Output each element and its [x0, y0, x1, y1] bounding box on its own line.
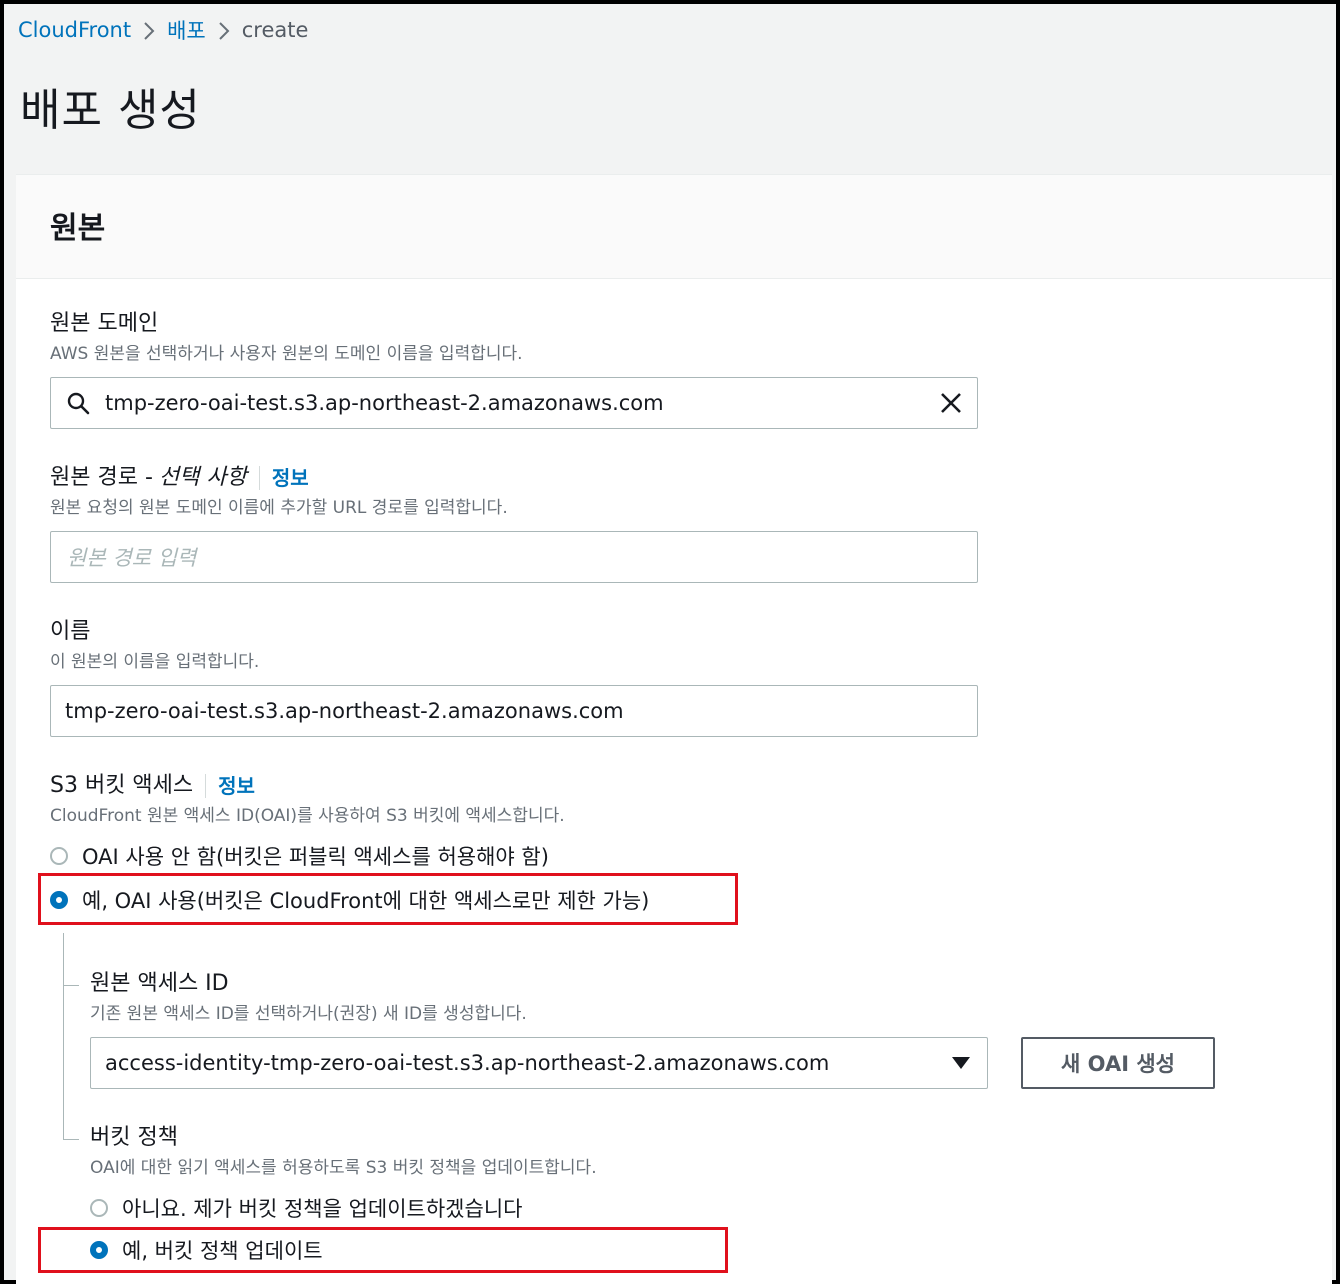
origin-name-value: tmp-zero-oai-test.s3.ap-northeast-2.amaz…: [65, 699, 624, 723]
radio-unchecked[interactable]: [50, 847, 68, 865]
s3-access-option-no-oai[interactable]: OAI 사용 안 함(버킷은 퍼블릭 액세스를 허용해야 함): [50, 839, 549, 873]
s3-access-option-no-oai-label: OAI 사용 안 함(버킷은 퍼블릭 액세스를 허용해야 함): [82, 845, 549, 869]
origin-container: 원본 원본 도메인 AWS 원본을 선택하거나 사용자 원본의 도메인 이름을 …: [16, 174, 1332, 1285]
create-oai-button[interactable]: 새 OAI 생성: [1021, 1037, 1215, 1089]
info-divider: [258, 466, 260, 490]
origin-path-optional: 선택 사항: [158, 465, 247, 490]
origin-path-input[interactable]: 원본 경로 입력: [50, 531, 978, 583]
origin-domain-field: 원본 도메인 AWS 원본을 선택하거나 사용자 원본의 도메인 이름을 입력합…: [50, 309, 523, 367]
info-divider: [205, 774, 207, 798]
origin-name-description: 이 원본의 이름을 입력합니다.: [50, 652, 260, 672]
s3-access-label: S3 버킷 액세스 정보: [50, 771, 565, 801]
bucket-policy-option-no-label: 아니요. 제가 버킷 정책을 업데이트하겠습니다: [122, 1197, 523, 1221]
origin-name-field: 이름 이 원본의 이름을 입력합니다.: [50, 617, 259, 675]
bucket-policy-option-no[interactable]: 아니요. 제가 버킷 정책을 업데이트하겠습니다: [90, 1191, 522, 1225]
tree-connector: [63, 1139, 79, 1140]
breadcrumb-cloudfront[interactable]: CloudFront: [18, 18, 131, 42]
chevron-right-icon: [206, 18, 242, 42]
highlight-box: [38, 873, 738, 925]
oai-selected-value: access-identity-tmp-zero-oai-test.s3.ap-…: [105, 1051, 830, 1075]
bucket-policy-label: 버킷 정책: [90, 1125, 178, 1150]
chevron-right-icon: [131, 18, 167, 42]
radio-unchecked[interactable]: [90, 1199, 108, 1217]
origin-path-label: 원본 경로 - 선택 사항 정보: [50, 463, 508, 493]
caret-down-icon: [935, 1057, 987, 1069]
origin-container-header: 원본: [16, 175, 1332, 279]
origin-header-title: 원본: [50, 211, 106, 246]
breadcrumb-create: create: [241, 18, 309, 42]
window-frame: CloudFront 배포 create 배포 생성 원본 원본 도메인 AWS…: [0, 0, 1340, 1285]
bucket-policy-field: 버킷 정책 OAI에 대한 읽기 액세스를 허용하도록 S3 버킷 정책을 업데…: [90, 1123, 597, 1181]
s3-access-label-text: S3 버킷 액세스: [50, 773, 194, 798]
s3-access-description: CloudFront 원본 액세스 ID(OAI)를 사용하여 S3 버킷에 액…: [50, 806, 565, 826]
tree-connector: [63, 933, 64, 1139]
clear-icon[interactable]: [925, 392, 977, 414]
origin-path-placeholder: 원본 경로 입력: [67, 546, 197, 570]
origin-domain-description: AWS 원본을 선택하거나 사용자 원본의 도메인 이름을 입력합니다.: [50, 344, 523, 364]
breadcrumb: CloudFront 배포 create: [18, 14, 308, 46]
s3-access-info-link[interactable]: 정보: [218, 771, 255, 801]
origin-path-field: 원본 경로 - 선택 사항 정보 원본 요청의 원본 도메인 이름에 추가할 U…: [50, 463, 508, 521]
origin-name-input[interactable]: tmp-zero-oai-test.s3.ap-northeast-2.amaz…: [50, 685, 978, 737]
search-icon: [51, 391, 105, 415]
oai-label: 원본 액세스 ID: [90, 971, 229, 996]
oai-field: 원본 액세스 ID 기존 원본 액세스 ID를 선택하거나(권장) 새 ID를 …: [90, 969, 527, 1027]
bucket-policy-description: OAI에 대한 읽기 액세스를 허용하도록 S3 버킷 정책을 업데이트합니다.: [90, 1158, 597, 1178]
breadcrumb-distributions[interactable]: 배포: [167, 15, 206, 45]
origin-name-label: 이름: [50, 619, 91, 644]
oai-select[interactable]: access-identity-tmp-zero-oai-test.s3.ap-…: [90, 1037, 988, 1089]
s3-access-field: S3 버킷 액세스 정보 CloudFront 원본 액세스 ID(OAI)를 …: [50, 771, 565, 829]
highlight-box: [38, 1227, 728, 1273]
oai-description: 기존 원본 액세스 ID를 선택하거나(권장) 새 ID를 생성합니다.: [90, 1004, 527, 1024]
origin-domain-label: 원본 도메인: [50, 311, 159, 336]
origin-path-description: 원본 요청의 원본 도메인 이름에 추가할 URL 경로를 입력합니다.: [50, 498, 508, 518]
tree-connector: [63, 985, 79, 986]
origin-path-info-link[interactable]: 정보: [272, 463, 309, 493]
origin-path-label-text: 원본 경로 -: [50, 465, 153, 490]
origin-domain-value: tmp-zero-oai-test.s3.ap-northeast-2.amaz…: [105, 391, 664, 415]
page-title: 배포 생성: [20, 85, 201, 136]
origin-domain-input[interactable]: tmp-zero-oai-test.s3.ap-northeast-2.amaz…: [50, 377, 978, 429]
